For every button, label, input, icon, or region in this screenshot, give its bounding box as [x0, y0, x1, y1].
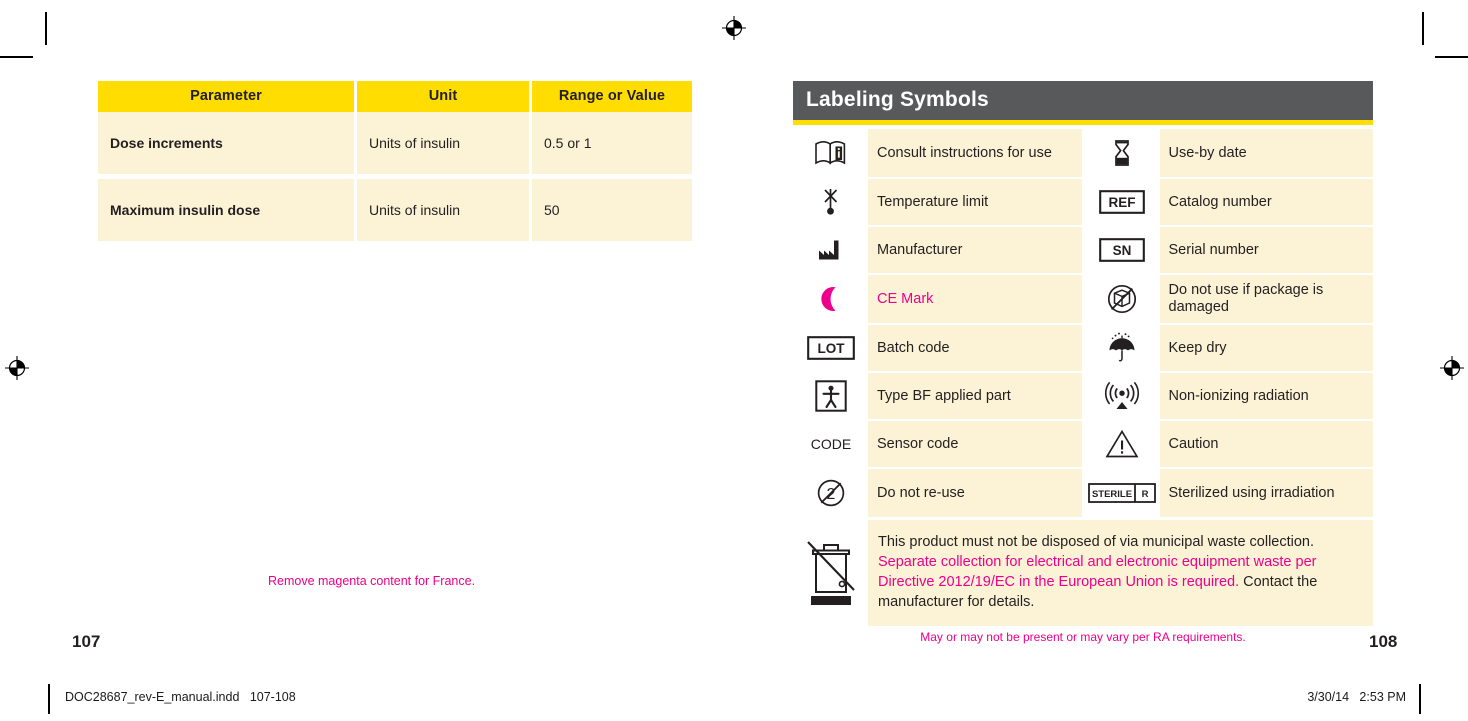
registration-target-icon-right — [1439, 355, 1465, 381]
cell-parameter-name: Dose increments — [98, 112, 354, 174]
symbol-row: 2 Do not re-use STERILE R Sterilized usi — [793, 469, 1373, 517]
production-note-right: May or may not be present or may vary pe… — [920, 630, 1246, 644]
use-by-date-hourglass-icon — [1084, 129, 1160, 177]
symbol-row: CE Mark Do not use if package is damaged — [793, 275, 1373, 323]
symbol-entry: CE Mark — [793, 275, 1082, 323]
symbol-entry: STERILE R Sterilized using irradiation — [1084, 469, 1373, 517]
table-row: Dose increments Units of insulin 0.5 or … — [98, 112, 692, 174]
keep-dry-umbrella-icon — [1084, 325, 1160, 371]
symbol-entry: Type BF applied part — [793, 373, 1082, 419]
registration-target-icon-left — [4, 355, 30, 381]
caution-triangle-icon — [1084, 421, 1160, 467]
symbol-label: Manufacturer — [868, 227, 1082, 273]
cell-unit: Units of insulin — [357, 179, 529, 241]
symbol-row: Consult instructions for use Use-by date — [793, 129, 1373, 177]
production-note-left: Remove magenta content for France. — [268, 574, 476, 588]
symbol-entry: Temperature limit — [793, 179, 1082, 225]
symbol-label: Serial number — [1159, 227, 1373, 273]
cell-range: 0.5 or 1 — [532, 112, 692, 174]
symbol-label: Sensor code — [868, 421, 1082, 467]
svg-text:SN: SN — [1113, 243, 1132, 258]
slug-rule-left — [48, 684, 50, 714]
column-header-unit: Unit — [357, 81, 529, 112]
table-header-row: Parameter Unit Range or Value — [98, 81, 692, 112]
symbol-entry: CODE Sensor code — [793, 421, 1082, 467]
symbol-entry: Consult instructions for use — [793, 129, 1082, 177]
consult-instructions-icon — [793, 129, 868, 177]
crop-mark-top-left-vertical — [45, 12, 47, 45]
type-bf-applied-part-icon — [793, 373, 868, 419]
lot-batch-code-icon: LOT — [793, 325, 868, 371]
cell-parameter-name: Maximum insulin dose — [98, 179, 354, 241]
crop-mark-top-right-horizontal — [1435, 56, 1468, 58]
registration-target-icon-top — [721, 15, 747, 41]
print-proof-page: Parameter Unit Range or Value Dose incre… — [0, 0, 1468, 721]
symbol-entry: Do not use if package is damaged — [1084, 275, 1373, 323]
column-header-range: Range or Value — [532, 81, 692, 112]
symbol-entry: Use-by date — [1084, 129, 1373, 177]
slug-rule-right — [1419, 684, 1421, 714]
symbol-row: CODE Sensor code Caution — [793, 421, 1373, 467]
slug-date-label: 3/30/14 2:53 PM — [1307, 690, 1406, 704]
symbol-entry: Manufacturer — [793, 227, 1082, 273]
symbol-label: Type BF applied part — [868, 373, 1082, 419]
slug-file-label: DOC28687_rev-E_manual.indd 107-108 — [65, 690, 296, 704]
symbol-label: Batch code — [868, 325, 1082, 371]
sn-serial-number-icon: SN — [1084, 227, 1160, 273]
symbol-entry: LOT Batch code — [793, 325, 1082, 371]
symbol-entry: Keep dry — [1084, 325, 1373, 371]
symbol-entry: Caution — [1084, 421, 1373, 467]
symbol-label: Do not use if package is damaged — [1159, 275, 1373, 323]
crop-mark-top-left-horizontal — [0, 56, 33, 58]
crop-mark-top-right-vertical — [1422, 12, 1424, 45]
symbol-row: Type BF applied part Non-ionizing radiat… — [793, 373, 1373, 419]
symbol-entry: REF Catalog number — [1084, 179, 1373, 225]
weee-row: This product must not be disposed of via… — [793, 520, 1373, 626]
symbol-entry: 2 Do not re-use — [793, 469, 1082, 517]
svg-text:LOT: LOT — [817, 341, 845, 356]
table-row: Maximum insulin dose Units of insulin 50 — [98, 179, 692, 241]
svg-text:REF: REF — [1109, 195, 1136, 210]
page-folio-left: 107 — [72, 632, 101, 651]
symbol-row: Temperature limit REF Catalog number — [793, 179, 1373, 225]
temperature-limit-icon — [793, 179, 868, 225]
manufacturer-factory-icon — [793, 227, 868, 273]
sensor-code-icon: CODE — [793, 421, 868, 467]
weee-crossed-bin-icon — [793, 520, 868, 626]
parameter-table: Parameter Unit Range or Value Dose incre… — [95, 81, 695, 241]
do-not-reuse-icon: 2 — [793, 469, 868, 517]
symbol-entry: SN Serial number — [1084, 227, 1373, 273]
symbol-entry: Non-ionizing radiation — [1084, 373, 1373, 419]
sterile-r-irradiation-icon: STERILE R — [1084, 469, 1160, 517]
symbol-label: Use-by date — [1159, 129, 1373, 177]
symbol-label: Temperature limit — [868, 179, 1082, 225]
svg-text:R: R — [1142, 489, 1149, 500]
cell-range: 50 — [532, 179, 692, 241]
symbol-label: Keep dry — [1159, 325, 1373, 371]
symbol-label: Catalog number — [1159, 179, 1373, 225]
ref-catalog-number-icon: REF — [1084, 179, 1160, 225]
ce-mark-icon — [793, 275, 868, 323]
symbol-row: Manufacturer SN Serial number — [793, 227, 1373, 273]
svg-text:STERILE: STERILE — [1092, 489, 1132, 500]
svg-text:CODE: CODE — [810, 436, 850, 452]
symbol-row: LOT Batch code Keep dry — [793, 325, 1373, 371]
cell-unit: Units of insulin — [357, 112, 529, 174]
labeling-symbols-panel: Labeling Symbols Consult instructions fo… — [793, 81, 1373, 626]
symbol-label: CE Mark — [868, 275, 1082, 323]
panel-title-underline — [793, 120, 1373, 125]
symbol-label: Caution — [1159, 421, 1373, 467]
page-folio-right: 108 — [1369, 632, 1398, 651]
symbol-label: Consult instructions for use — [868, 129, 1082, 177]
column-header-parameter: Parameter — [98, 81, 354, 112]
weee-segment-1: This product must not be disposed of via… — [878, 534, 1315, 550]
package-damaged-icon — [1084, 275, 1160, 323]
symbol-label: Do not re-use — [868, 469, 1082, 517]
non-ionizing-radiation-icon — [1084, 373, 1160, 419]
symbol-label: Non-ionizing radiation — [1159, 373, 1373, 419]
slug-bar: DOC28687_rev-E_manual.indd 107-108 3/30/… — [0, 679, 1468, 721]
weee-text: This product must not be disposed of via… — [868, 520, 1373, 626]
panel-title: Labeling Symbols — [793, 81, 1373, 120]
symbol-label: Sterilized using irradiation — [1159, 469, 1373, 517]
